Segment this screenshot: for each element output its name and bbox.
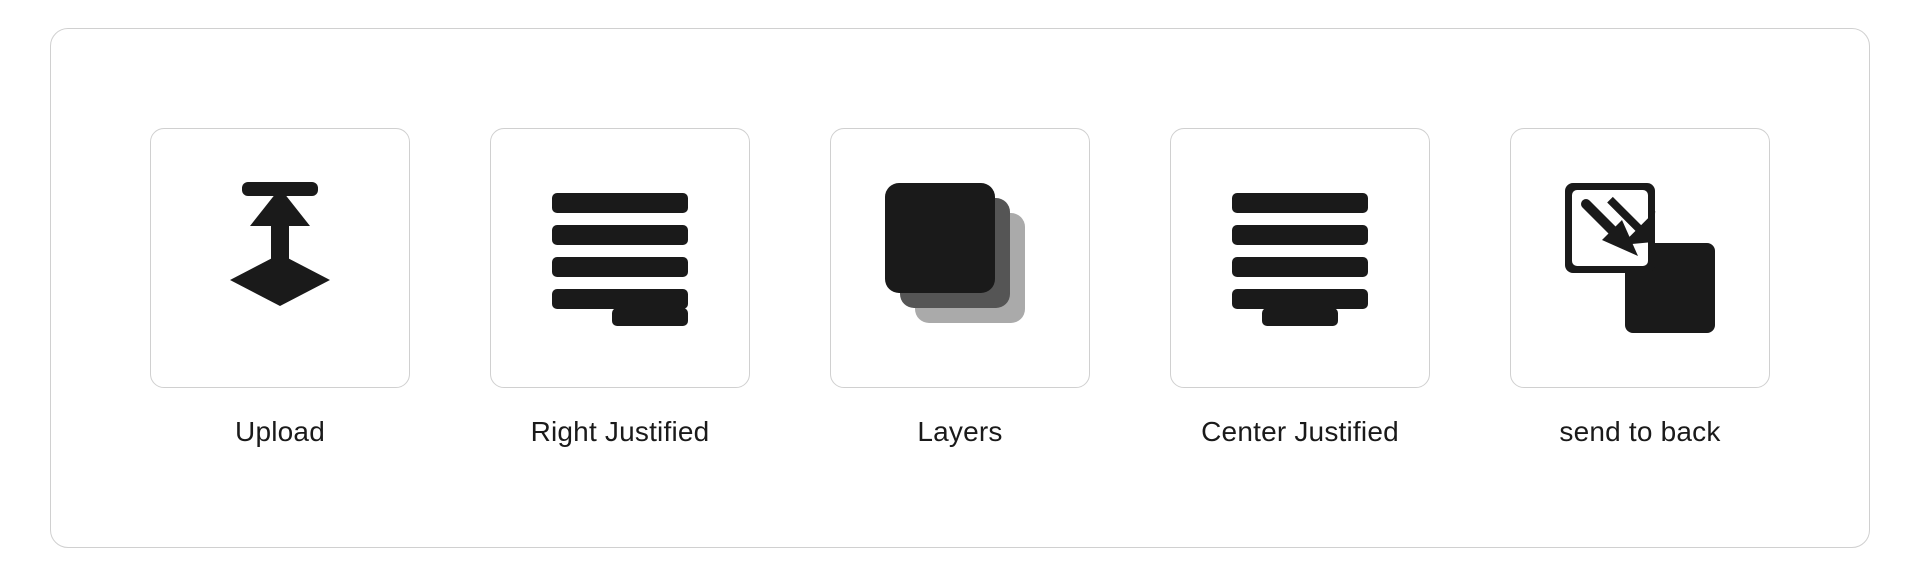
icon-card-center-justified: Center Justified (1130, 68, 1470, 508)
layers-icon (870, 168, 1050, 348)
send-to-back-label: send to back (1559, 416, 1720, 448)
icon-card-send-to-back: send to back (1470, 68, 1810, 508)
right-justified-icon (530, 168, 710, 348)
icon-box-center-justified (1170, 128, 1430, 388)
right-justified-label: Right Justified (531, 416, 710, 448)
icon-card-layers: Layers (790, 68, 1130, 508)
upload-icon (190, 168, 370, 348)
icon-gallery: Upload Right Justified (50, 28, 1870, 548)
icon-box-right-justified (490, 128, 750, 388)
icon-card-right-justified: Right Justified (450, 68, 790, 508)
center-justified-icon (1210, 168, 1390, 348)
layers-label: Layers (917, 416, 1002, 448)
center-justified-label: Center Justified (1201, 416, 1399, 448)
upload-label: Upload (235, 416, 325, 448)
icon-box-upload (150, 128, 410, 388)
icon-box-send-to-back (1510, 128, 1770, 388)
send-to-back-icon (1550, 168, 1730, 348)
icon-box-layers (830, 128, 1090, 388)
icon-card-upload: Upload (110, 68, 450, 508)
